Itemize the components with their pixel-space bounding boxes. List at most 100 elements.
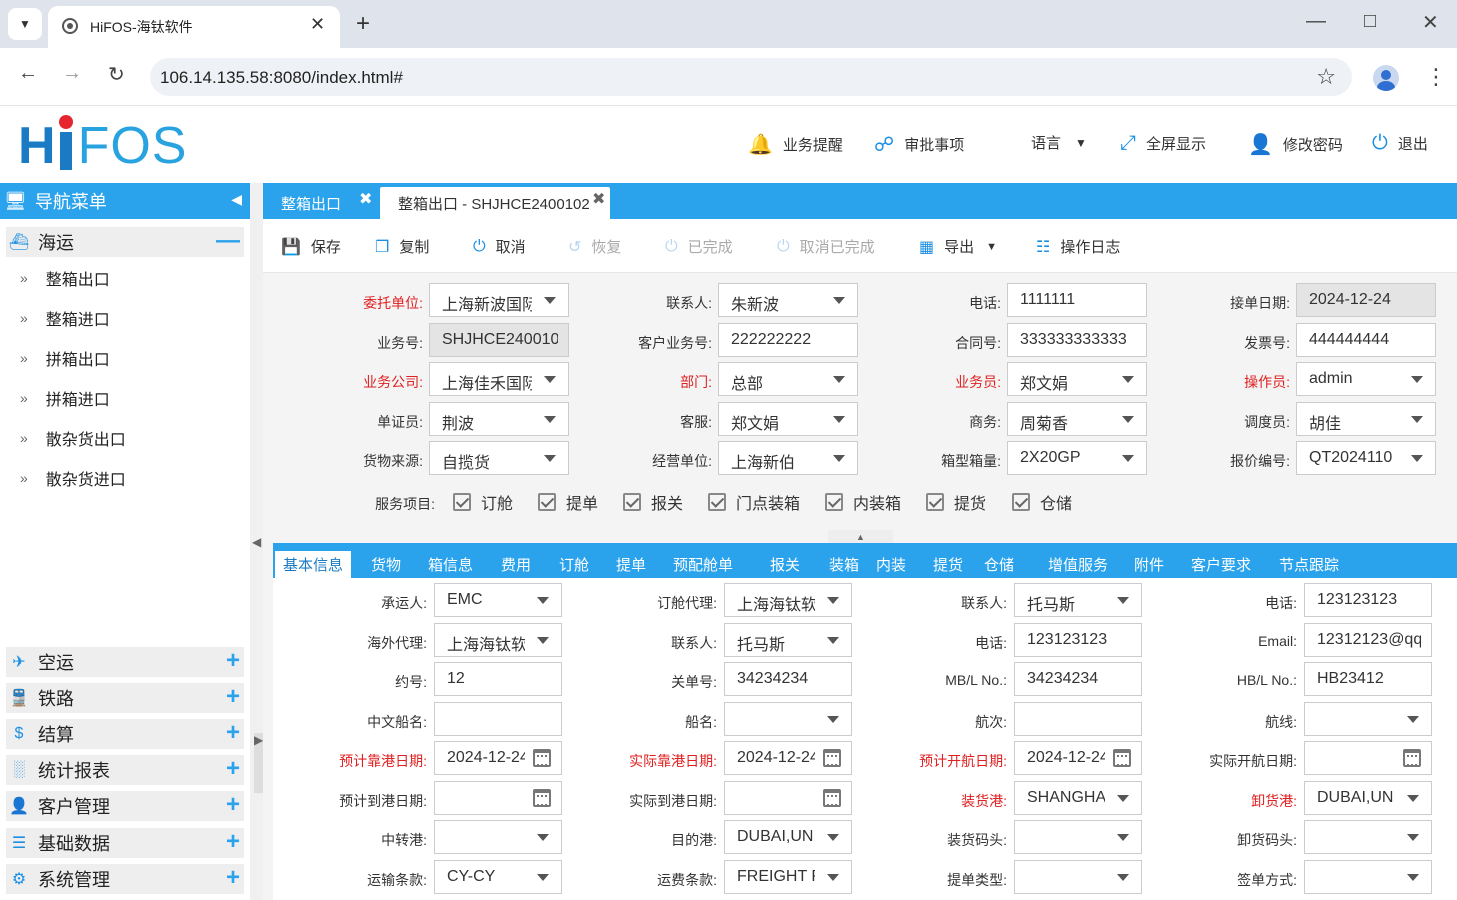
nav-item-bulk-export[interactable]: » 散杂货出口: [20, 423, 126, 453]
detail-field-select[interactable]: SHANGHAI: [1014, 780, 1142, 815]
detail-tab[interactable]: 提单: [608, 551, 654, 578]
expand-plus-icon[interactable]: +: [226, 755, 240, 783]
tab-fcl-export-detail[interactable]: 整箱出口 - SHJHCE2400102 ✖: [380, 187, 610, 219]
detail-field-input[interactable]: HB23412: [1304, 662, 1432, 696]
detail-tab[interactable]: 客户要求: [1183, 551, 1259, 578]
nav-group-reports[interactable]: ░ 统计报表 +: [6, 755, 244, 785]
order-field-input[interactable]: 2024-12-24: [1296, 283, 1436, 317]
tab-close-icon[interactable]: ✕: [310, 14, 325, 35]
detail-field-select[interactable]: DUBAI,UNITED: [724, 820, 852, 854]
detail-field-date-field[interactable]: 2024-12-24: [434, 741, 562, 775]
detail-tab[interactable]: 基本信息: [275, 551, 352, 578]
detail-field-select[interactable]: [434, 820, 562, 854]
restore-button[interactable]: ↺ 恢复: [568, 236, 621, 257]
language-dropdown[interactable]: 语言 ▼: [1031, 132, 1087, 153]
service-checkbox[interactable]: 提单: [538, 490, 598, 514]
profile-avatar-icon[interactable]: [1373, 65, 1399, 91]
order-field-select[interactable]: QT2024110: [1296, 441, 1436, 475]
detail-field-select[interactable]: [724, 701, 852, 736]
nav-group-sea[interactable]: ⛴ 海运 —: [6, 227, 244, 257]
new-tab-plus-icon[interactable]: +: [356, 10, 370, 38]
collapse-left-icon[interactable]: ◀: [231, 191, 242, 208]
detail-tab[interactable]: 内装: [868, 551, 914, 578]
back-arrow-icon[interactable]: ←: [18, 62, 38, 85]
service-checkbox[interactable]: 订舱: [453, 490, 513, 514]
detail-field-select[interactable]: 上海海钛软件: [724, 583, 852, 617]
service-checkbox[interactable]: 门点装箱: [708, 490, 800, 514]
browser-tab[interactable]: HiFOS-海钛软件 ✕: [48, 6, 340, 48]
expand-plus-icon[interactable]: +: [226, 719, 240, 747]
detail-tab[interactable]: 仓储: [976, 551, 1022, 578]
forward-arrow-icon[interactable]: →: [62, 62, 82, 85]
fullscreen-button[interactable]: ⤢ 全屏显示: [1120, 132, 1206, 155]
detail-field-input[interactable]: [434, 701, 562, 736]
detail-field-select[interactable]: [1304, 859, 1432, 894]
checkbox-checked-icon[interactable]: [926, 493, 944, 511]
nav-item-fcl-import[interactable]: » 整箱进口: [20, 303, 110, 333]
checkbox-checked-icon[interactable]: [623, 493, 641, 511]
nav-group-settlement[interactable]: $ 结算 +: [6, 719, 244, 749]
detail-tab[interactable]: 货物: [363, 551, 409, 578]
bookmark-star-icon[interactable]: ☆: [1316, 64, 1336, 90]
collapse-up-icon[interactable]: ▲: [828, 530, 893, 544]
detail-tab[interactable]: 箱信息: [420, 551, 481, 578]
service-checkbox[interactable]: 仓储: [1012, 490, 1072, 514]
expand-plus-icon[interactable]: +: [226, 791, 240, 819]
detail-field-select[interactable]: [1014, 859, 1142, 894]
order-field-select[interactable]: admin: [1296, 362, 1436, 396]
collapse-arrow-icon[interactable]: ◀: [252, 535, 261, 549]
detail-field-date-field[interactable]: [434, 780, 562, 815]
order-field-input[interactable]: 444444444: [1296, 322, 1436, 357]
detail-field-date-field[interactable]: 2024-12-24: [724, 741, 852, 775]
reload-icon[interactable]: ↻: [108, 62, 125, 87]
nav-item-lcl-export[interactable]: » 拼箱出口: [20, 343, 110, 373]
nav-item-lcl-import[interactable]: » 拼箱进口: [20, 383, 110, 413]
detail-field-select[interactable]: 上海海钛软件: [434, 622, 562, 657]
detail-field-select[interactable]: [1304, 701, 1432, 736]
tab-search-chevron-icon[interactable]: ▼: [8, 8, 42, 40]
detail-tab[interactable]: 节点跟踪: [1271, 551, 1347, 578]
nav-group-system[interactable]: ⚙ 系统管理 +: [6, 864, 244, 894]
copy-button[interactable]: ❐ 复制: [375, 236, 429, 257]
detail-field-select[interactable]: EMC: [434, 583, 562, 617]
tab-close-icon[interactable]: ✖: [359, 189, 372, 209]
service-checkbox[interactable]: 内装箱: [825, 490, 901, 514]
collapse-minus-icon[interactable]: —: [216, 227, 240, 255]
tab-close-icon[interactable]: ✖: [592, 189, 605, 209]
business-reminder-button[interactable]: 🔔 业务提醒: [748, 132, 843, 157]
detail-tab[interactable]: 装箱: [821, 551, 867, 578]
detail-tab[interactable]: 附件: [1126, 551, 1172, 578]
maximize-icon[interactable]: □: [1364, 10, 1376, 33]
detail-tab[interactable]: 费用: [493, 551, 539, 578]
detail-field-date-field[interactable]: [724, 780, 852, 815]
detail-field-input[interactable]: 12312123@qq.com: [1304, 622, 1432, 657]
save-button[interactable]: 💾 保存: [281, 236, 341, 257]
expand-plus-icon[interactable]: +: [226, 864, 240, 892]
detail-field-select[interactable]: [1014, 820, 1142, 854]
nav-group-basedata[interactable]: ☰ 基础数据 +: [6, 828, 244, 858]
logout-button[interactable]: ⏻ 退出: [1372, 132, 1428, 155]
detail-field-input[interactable]: 34234234: [1014, 662, 1142, 696]
tab-fcl-export-list[interactable]: 整箱出口 ✖: [263, 187, 375, 219]
detail-tab[interactable]: 增值服务: [1040, 551, 1116, 578]
detail-field-input[interactable]: 123123123: [1014, 622, 1142, 657]
change-password-button[interactable]: 👤 修改密码: [1248, 132, 1343, 157]
detail-tab[interactable]: 订舱: [551, 551, 597, 578]
detail-field-input[interactable]: 12: [434, 662, 562, 696]
detail-tab[interactable]: 预配舱单: [665, 551, 741, 578]
detail-field-input[interactable]: [1014, 701, 1142, 736]
detail-field-select[interactable]: 托马斯: [1014, 583, 1142, 617]
checkbox-checked-icon[interactable]: [1012, 493, 1030, 511]
detail-field-select[interactable]: [1304, 820, 1432, 854]
nav-group-customers[interactable]: 👤 客户管理 +: [6, 791, 244, 821]
detail-field-date-field[interactable]: [1304, 741, 1432, 775]
cancel-button[interactable]: ⏻ 取消: [473, 236, 526, 257]
detail-field-select[interactable]: DUBAI,UNITED: [1304, 780, 1432, 815]
checkbox-checked-icon[interactable]: [825, 493, 843, 511]
completed-button[interactable]: ⏻ 已完成: [665, 236, 733, 257]
nav-group-rail[interactable]: 🚆 铁路 +: [6, 683, 244, 713]
checkbox-checked-icon[interactable]: [708, 493, 726, 511]
detail-field-select[interactable]: 托马斯: [724, 622, 852, 657]
nav-group-air[interactable]: ✈ 空运 +: [6, 647, 244, 677]
expand-plus-icon[interactable]: +: [226, 647, 240, 675]
